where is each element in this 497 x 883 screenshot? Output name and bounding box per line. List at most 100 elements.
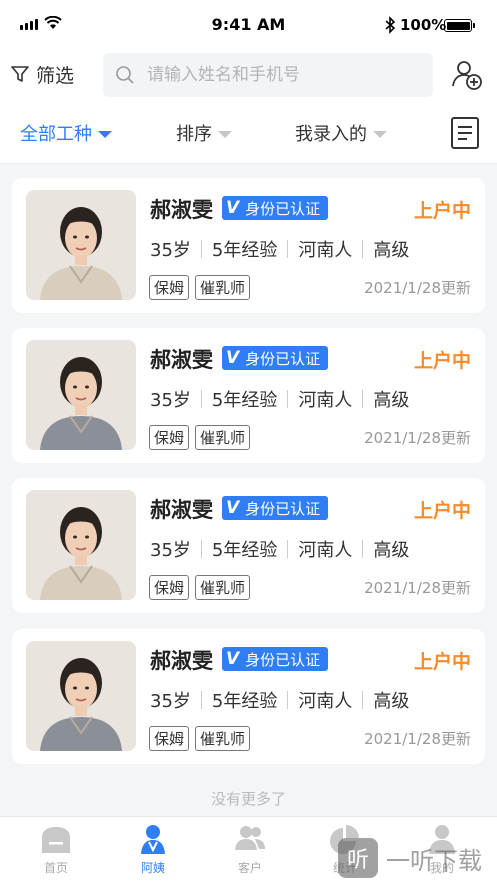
watermark-text: 一听下载 xyxy=(386,846,482,875)
origin: 河南人 xyxy=(298,240,353,261)
filter-my-entries[interactable]: 我录入的 xyxy=(295,120,387,146)
avatar xyxy=(26,340,136,450)
filter-sort-label: 排序 xyxy=(176,124,212,145)
origin: 河南人 xyxy=(298,540,353,561)
level: 高级 xyxy=(373,390,410,411)
caregiver-meta: 35岁 5年经验 河南人 高级 xyxy=(150,536,409,562)
origin: 河南人 xyxy=(298,691,353,712)
filter-button[interactable]: 筛选 xyxy=(10,60,74,88)
nav-home[interactable]: 首页 xyxy=(16,823,96,876)
caregiver-card[interactable]: 郝淑雯 V 身份已认证 上户中 35岁 5年经验 河南人 高级 保姆 催乳师 2… xyxy=(12,178,485,313)
funnel-icon xyxy=(11,66,29,82)
nav-aunt[interactable]: 阿姨 xyxy=(113,823,193,876)
divider xyxy=(287,390,289,408)
home-icon xyxy=(42,827,70,853)
divider xyxy=(362,240,364,258)
caregiver-card[interactable]: 郝淑雯 V 身份已认证 上户中 35岁 5年经验 河南人 高级 保姆 催乳师 2… xyxy=(12,328,485,463)
verified-badge: V 身份已认证 xyxy=(222,496,329,520)
avatar xyxy=(26,190,136,300)
nav-customers-label: 客户 xyxy=(237,861,262,875)
battery-icon xyxy=(444,19,475,32)
caregiver-card[interactable]: 郝淑雯 V 身份已认证 上户中 35岁 5年经验 河南人 高级 保姆 催乳师 2… xyxy=(12,478,485,613)
job-tag: 保姆 xyxy=(149,575,190,600)
verified-icon: V xyxy=(226,649,240,669)
caregiver-meta: 35岁 5年经验 河南人 高级 xyxy=(150,687,409,713)
filter-all-job-types-label: 全部工种 xyxy=(20,124,92,145)
experience: 5年经验 xyxy=(211,691,278,712)
nav-customers[interactable]: 客户 xyxy=(210,823,290,876)
tag-list: 保姆 催乳师 xyxy=(149,726,251,751)
divider xyxy=(287,540,289,558)
nav-aunt-label: 阿姨 xyxy=(140,861,165,875)
level: 高级 xyxy=(373,240,410,261)
job-tag: 催乳师 xyxy=(195,726,251,751)
divider xyxy=(362,540,364,558)
customers-icon xyxy=(235,826,265,850)
filter-bar: 全部工种 排序 我录入的 xyxy=(0,100,497,164)
verified-label: 身份已认证 xyxy=(245,199,321,218)
caregiver-name: 郝淑雯 xyxy=(150,198,213,222)
watermark: 听 一听下载 xyxy=(338,838,482,878)
no-more-text: 没有更多了 xyxy=(210,790,286,808)
avatar xyxy=(26,641,136,751)
divider xyxy=(362,691,364,709)
divider xyxy=(287,240,289,258)
job-tag: 催乳师 xyxy=(195,275,251,300)
divider xyxy=(200,240,202,258)
verified-label: 身份已认证 xyxy=(245,349,321,368)
divider xyxy=(287,691,289,709)
tag-list: 保姆 催乳师 xyxy=(149,575,251,600)
updated-date: 2021/1/28更新 xyxy=(364,730,471,748)
caregiver-name: 郝淑雯 xyxy=(150,348,213,372)
job-tag: 催乳师 xyxy=(195,575,251,600)
job-tag: 保姆 xyxy=(149,425,190,450)
updated-date: 2021/1/28更新 xyxy=(364,279,471,297)
level: 高级 xyxy=(373,540,410,561)
job-tag: 催乳师 xyxy=(195,425,251,450)
caret-down-icon xyxy=(218,130,232,138)
experience: 5年经验 xyxy=(211,390,278,411)
caret-down-icon xyxy=(98,130,112,138)
search-input[interactable] xyxy=(147,65,407,85)
caregiver-meta: 35岁 5年经验 河南人 高级 xyxy=(150,236,409,262)
caregiver-icon xyxy=(141,825,165,854)
caret-down-icon xyxy=(373,130,387,138)
portrait-image xyxy=(26,490,136,600)
divider xyxy=(200,691,202,709)
add-user-icon[interactable] xyxy=(450,58,484,92)
tag-list: 保姆 催乳师 xyxy=(149,275,251,300)
job-tag: 保姆 xyxy=(149,275,190,300)
age: 35岁 xyxy=(150,691,191,712)
divider xyxy=(200,390,202,408)
caregiver-card[interactable]: 郝淑雯 V 身份已认证 上户中 35岁 5年经验 河南人 高级 保姆 催乳师 2… xyxy=(12,629,485,764)
caregiver-name: 郝淑雯 xyxy=(150,498,213,522)
filter-label: 筛选 xyxy=(36,64,75,87)
age: 35岁 xyxy=(150,390,191,411)
origin: 河南人 xyxy=(298,390,353,411)
status-badge: 上户中 xyxy=(413,350,471,372)
battery-percentage: 100% xyxy=(400,16,447,34)
search-box[interactable] xyxy=(103,53,433,97)
updated-date: 2021/1/28更新 xyxy=(364,579,471,597)
bluetooth-icon xyxy=(385,16,396,34)
portrait-image xyxy=(26,190,136,300)
verified-label: 身份已认证 xyxy=(245,499,321,518)
job-tag: 保姆 xyxy=(149,726,190,751)
filter-sort[interactable]: 排序 xyxy=(176,120,232,146)
watermark-logo: 听 xyxy=(338,838,378,878)
age: 35岁 xyxy=(150,240,191,261)
caregiver-name: 郝淑雯 xyxy=(150,649,213,673)
list-view-icon[interactable] xyxy=(451,117,479,149)
status-badge: 上户中 xyxy=(413,651,471,673)
divider xyxy=(362,390,364,408)
verified-icon: V xyxy=(226,348,240,368)
verified-badge: V 身份已认证 xyxy=(222,647,329,671)
tag-list: 保姆 催乳师 xyxy=(149,425,251,450)
verified-badge: V 身份已认证 xyxy=(222,196,329,220)
verified-badge: V 身份已认证 xyxy=(222,346,329,370)
caregiver-meta: 35岁 5年经验 河南人 高级 xyxy=(150,386,409,412)
experience: 5年经验 xyxy=(211,540,278,561)
status-badge: 上户中 xyxy=(413,200,471,222)
status-badge: 上户中 xyxy=(413,500,471,522)
filter-all-job-types[interactable]: 全部工种 xyxy=(20,120,112,146)
